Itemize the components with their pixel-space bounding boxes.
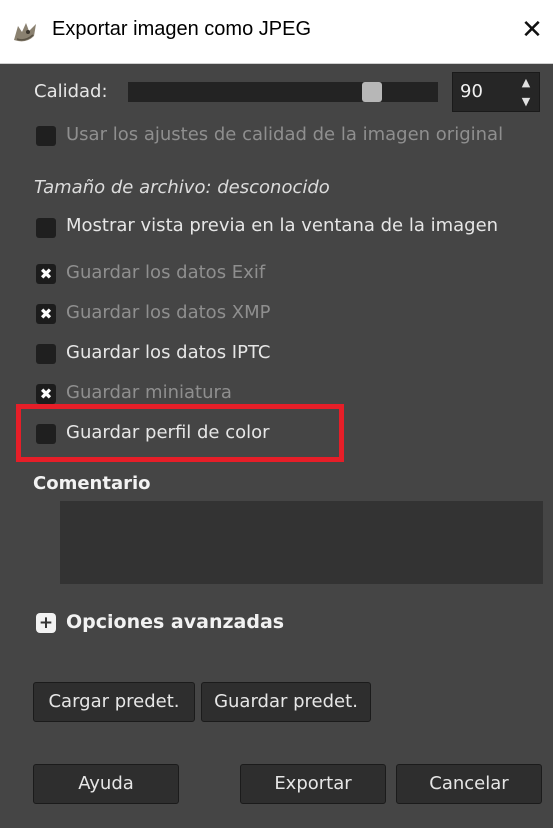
expand-plus-icon[interactable]: + xyxy=(36,613,56,633)
help-button[interactable]: Ayuda xyxy=(33,764,179,804)
xmp-label: Guardar los datos XMP xyxy=(66,302,271,323)
save-defaults-button[interactable]: Guardar predet. xyxy=(201,682,371,722)
export-button[interactable]: Exportar xyxy=(240,764,386,804)
quality-value[interactable]: 90 xyxy=(460,81,483,102)
preview-label: Mostrar vista previa en la ventana de la… xyxy=(66,215,499,236)
advanced-options-expander[interactable]: Opciones avanzadas xyxy=(66,611,284,633)
spin-down-icon[interactable]: ▼ xyxy=(515,93,537,111)
exif-label: Guardar los datos Exif xyxy=(66,262,266,283)
thumbnail-checkbox[interactable]: ✖ xyxy=(36,384,56,404)
quality-spinbox[interactable]: 90 ▲ ▼ xyxy=(452,72,540,112)
iptc-label: Guardar los datos IPTC xyxy=(66,342,271,363)
preview-checkbox[interactable] xyxy=(36,218,56,238)
color-profile-checkbox[interactable] xyxy=(36,424,56,444)
check-icon: ✖ xyxy=(39,385,53,403)
quality-slider[interactable] xyxy=(128,82,438,102)
export-jpeg-dialog: Exportar imagen como JPEG ✕ Calidad: 90 … xyxy=(0,0,553,828)
close-icon[interactable]: ✕ xyxy=(517,14,547,46)
xmp-checkbox[interactable]: ✖ xyxy=(36,304,56,324)
check-icon: ✖ xyxy=(39,305,53,323)
window-title: Exportar imagen como JPEG xyxy=(52,18,311,40)
gimp-wilber-icon xyxy=(14,23,36,42)
thumbnail-label: Guardar miniatura xyxy=(66,382,232,403)
original-quality-label: Usar los ajustes de calidad de la imagen… xyxy=(66,124,504,145)
file-size-label: Tamaño de archivo: desconocido xyxy=(34,177,330,198)
quality-slider-handle[interactable] xyxy=(362,82,382,102)
cancel-button[interactable]: Cancelar xyxy=(396,764,542,804)
title-bar[interactable]: Exportar imagen como JPEG ✕ xyxy=(0,0,553,64)
quality-label: Calidad: xyxy=(34,81,108,102)
spin-up-icon[interactable]: ▲ xyxy=(515,74,537,92)
comment-textarea[interactable] xyxy=(60,501,543,584)
check-icon: ✖ xyxy=(39,265,53,283)
load-defaults-button[interactable]: Cargar predet. xyxy=(33,682,195,722)
exif-checkbox[interactable]: ✖ xyxy=(36,264,56,284)
iptc-checkbox[interactable] xyxy=(36,344,56,364)
quality-slider-fill xyxy=(128,82,362,102)
color-profile-label: Guardar perfil de color xyxy=(66,422,270,443)
comment-heading: Comentario xyxy=(33,473,151,494)
original-quality-checkbox[interactable] xyxy=(36,126,56,146)
